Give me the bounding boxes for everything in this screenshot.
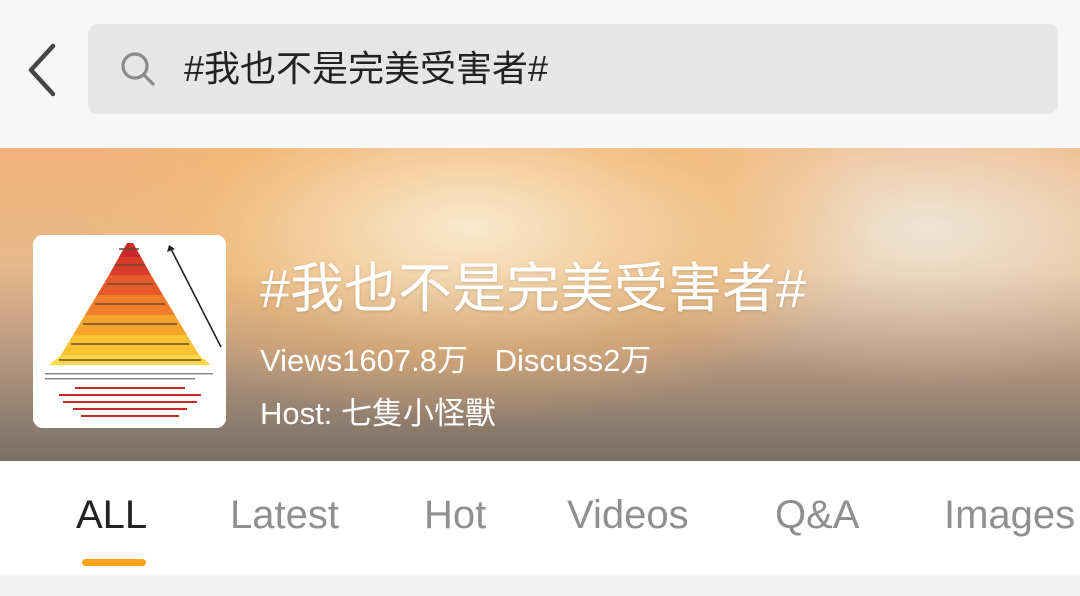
tab-bar: ALL Latest Hot Videos Q&A Images (0, 461, 1080, 575)
topic-thumbnail[interactable] (33, 235, 226, 428)
search-icon (121, 52, 155, 86)
search-input[interactable]: #我也不是完美受害者# (88, 24, 1058, 114)
pyramid-infographic-image (33, 235, 226, 428)
discuss-count: Discuss2万 (494, 343, 652, 378)
topic-banner: #我也不是完美受害者# Views1607.8万 Discuss2万 Host:… (0, 148, 1080, 461)
topic-stats: Views1607.8万 Discuss2万 (260, 335, 669, 380)
tab-all[interactable]: ALL (76, 493, 147, 538)
search-query-text: #我也不是完美受害者# (184, 48, 549, 89)
top-bar: #我也不是完美受害者# (0, 0, 1080, 148)
tab-latest[interactable]: Latest (230, 493, 339, 538)
tab-qa[interactable]: Q&A (775, 493, 859, 538)
chevron-left-icon (28, 43, 56, 97)
views-count: Views1607.8万 (260, 343, 468, 378)
content-area-top (0, 575, 1080, 596)
active-tab-indicator (82, 559, 146, 566)
topic-host[interactable]: Host: 七隻小怪獸 (260, 388, 496, 433)
topic-title: #我也不是完美受害者# (260, 259, 807, 319)
tab-images[interactable]: Images (944, 493, 1075, 538)
back-button[interactable] (18, 38, 66, 102)
tab-videos[interactable]: Videos (567, 493, 689, 538)
tab-hot[interactable]: Hot (424, 493, 486, 538)
